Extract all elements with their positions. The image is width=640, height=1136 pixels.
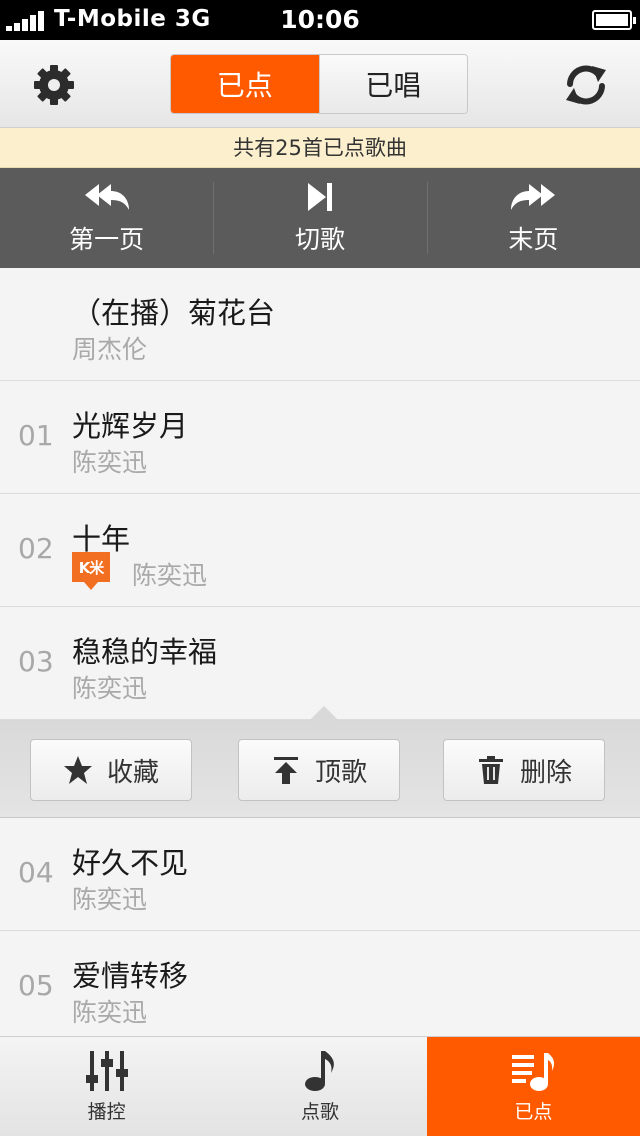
status-bar: T-Mobile 3G 10:06 <box>0 0 640 40</box>
top-nav: 已点 已唱 <box>0 40 640 128</box>
song-title: 稳稳的幸福 <box>72 635 218 669</box>
first-page-label: 第一页 <box>69 225 145 254</box>
playlist-icon <box>512 1053 555 1091</box>
tab-label: 播控 <box>87 1101 126 1123</box>
tab-playback-control[interactable]: 播控 <box>0 1037 213 1136</box>
song-number: 01 <box>18 419 54 452</box>
song-row-now-playing[interactable]: （在播）菊花台 周杰伦 <box>0 268 640 381</box>
first-page-button[interactable]: 第一页 <box>0 168 213 268</box>
song-number: 03 <box>18 645 54 678</box>
clock: 10:06 <box>280 5 360 34</box>
music-note-icon <box>304 1051 334 1091</box>
song-title: （在播）菊花台 <box>72 296 276 330</box>
delete-button[interactable]: 删除 <box>443 739 605 801</box>
control-bar: 第一页 切歌 末页 <box>0 168 640 268</box>
battery-icon <box>592 10 636 30</box>
last-page-button[interactable]: 末页 <box>426 168 640 268</box>
move-to-top-button[interactable]: 顶歌 <box>238 739 400 801</box>
double-right-arrow-icon <box>511 184 556 210</box>
song-number: 02 <box>18 532 54 565</box>
skip-song-button[interactable]: 切歌 <box>213 168 426 268</box>
double-left-arrow-icon <box>84 184 129 210</box>
favorite-button[interactable]: 收藏 <box>30 739 192 801</box>
bottom-tab-bar: 播控 点歌 已点 <box>0 1036 640 1136</box>
song-artist: 陈奕迅 <box>72 448 148 477</box>
song-artist: 周杰伦 <box>72 335 148 364</box>
segmented-control: 已点 已唱 <box>170 54 468 114</box>
song-title: 爱情转移 <box>72 959 189 993</box>
star-icon <box>63 756 92 784</box>
song-number: 05 <box>18 969 54 1002</box>
mixer-sliders-icon <box>85 1051 128 1091</box>
tab-sung[interactable]: 已唱 <box>318 55 467 113</box>
song-row[interactable]: 05 爱情转移 陈奕迅 <box>0 931 640 1044</box>
move-top-icon <box>273 757 298 784</box>
song-artist: 陈奕迅 <box>132 561 208 590</box>
tab-requested-list[interactable]: 已点 <box>426 1037 640 1136</box>
refresh-button[interactable] <box>556 60 616 110</box>
song-row-selected[interactable]: 03 稳稳的幸福 陈奕迅 <box>0 607 640 720</box>
song-artist: 陈奕迅 <box>72 998 148 1027</box>
song-artist: 陈奕迅 <box>72 885 148 914</box>
move-to-top-label: 顶歌 <box>314 757 367 788</box>
settings-button[interactable] <box>24 60 84 110</box>
trash-icon <box>478 756 503 784</box>
song-title: 好久不见 <box>72 846 189 880</box>
song-action-panel: 收藏 顶歌 删除 <box>0 705 640 818</box>
song-title: 光辉岁月 <box>72 409 189 443</box>
song-count-banner: 共有25首已点歌曲 <box>0 128 640 168</box>
song-list: （在播）菊花台 周杰伦 01 光辉岁月 陈奕迅 02 十年 K米 陈奕迅 03 … <box>0 268 640 1044</box>
tab-request-song[interactable]: 点歌 <box>213 1037 426 1136</box>
song-artist: 陈奕迅 <box>72 674 148 703</box>
tab-label: 已点 <box>514 1101 553 1123</box>
kmi-badge-icon: K米 <box>72 552 110 590</box>
favorite-label: 收藏 <box>106 757 159 788</box>
gear-icon <box>34 65 74 105</box>
song-row[interactable]: 02 十年 K米 陈奕迅 <box>0 494 640 607</box>
skip-song-label: 切歌 <box>294 225 345 254</box>
song-number: 04 <box>18 856 54 889</box>
last-page-label: 末页 <box>508 225 559 254</box>
tab-requested[interactable]: 已点 <box>171 55 319 113</box>
delete-label: 删除 <box>519 757 572 788</box>
song-row[interactable]: 04 好久不见 陈奕迅 <box>0 818 640 931</box>
song-row[interactable]: 01 光辉岁月 陈奕迅 <box>0 381 640 494</box>
skip-next-icon <box>307 183 332 211</box>
refresh-icon <box>566 65 606 105</box>
tab-label: 点歌 <box>300 1101 339 1123</box>
